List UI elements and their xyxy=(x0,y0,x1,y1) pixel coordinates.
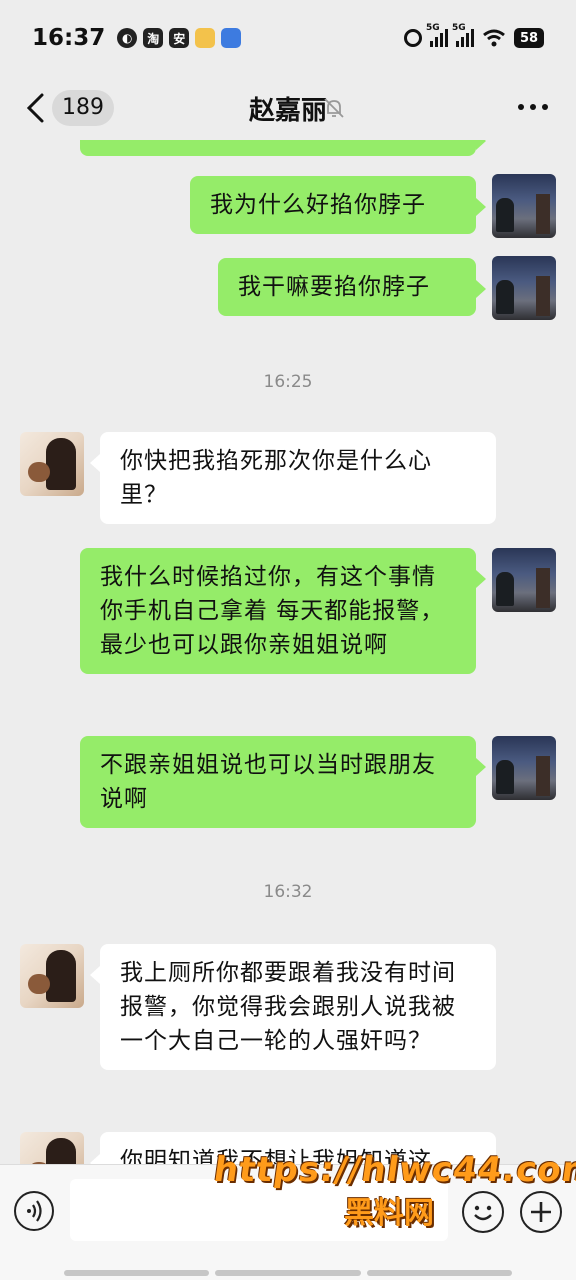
taobao-icon: 淘 xyxy=(143,28,164,48)
watermark-url: https://hlwc44.com xyxy=(211,1150,576,1190)
mute-bell-icon xyxy=(324,98,344,118)
message-bubble-sent[interactable]: 不跟亲姐姐说也可以当时跟朋友说啊 xyxy=(80,736,486,828)
message-bubble-sent[interactable] xyxy=(80,140,486,156)
my-avatar[interactable] xyxy=(492,548,556,612)
message-timestamp: 16:32 xyxy=(263,882,313,902)
app-icon-3 xyxy=(221,28,242,48)
my-avatar[interactable] xyxy=(492,736,556,800)
contact-avatar[interactable] xyxy=(20,944,84,1008)
message-bubble-sent[interactable]: 我什么时候掐过你，有这个事情你手机自己拿着 每天都能报警，最少也可以跟你亲姐姐说… xyxy=(80,548,486,674)
message-bubble-sent[interactable]: 我干嘛要掐你脖子 xyxy=(218,258,486,316)
voice-icon xyxy=(27,1200,42,1222)
my-avatar[interactable] xyxy=(492,256,556,320)
message-bubble-sent[interactable]: 我为什么好掐你脖子 xyxy=(190,176,486,234)
chat-title: 赵嘉丽 xyxy=(248,96,327,126)
watermark-name: 黑料网 xyxy=(344,1196,434,1231)
message-bubble-received[interactable]: 我上厕所你都要跟着我没有时间报警，你觉得我会跟别人说我被一个大自己一轮的人强奸吗… xyxy=(90,944,496,1070)
status-time: 16:37 xyxy=(32,25,106,51)
home-indicator xyxy=(64,1270,512,1276)
message-list[interactable]: 我为什么好掐你脖子 我干嘛要掐你脖子 16:25 你快把我掐死那次你是什么心里？… xyxy=(0,140,576,1164)
app-icon: 安 xyxy=(169,28,190,48)
contact-avatar[interactable] xyxy=(20,1132,84,1164)
battery-icon: 58 xyxy=(514,28,544,48)
more-options-icon[interactable] xyxy=(518,104,548,110)
message-timestamp: 16:25 xyxy=(263,372,313,392)
wifi-icon xyxy=(483,29,505,47)
contact-avatar[interactable] xyxy=(20,432,84,496)
alarm-icon xyxy=(404,29,422,47)
status-bar: 16:37 ◐ 淘 安 5G 5G 58 xyxy=(0,0,576,76)
voice-input-button[interactable] xyxy=(14,1191,54,1231)
my-avatar[interactable] xyxy=(492,174,556,238)
signal-icon-2: 5G xyxy=(452,23,474,47)
app-icon-2 xyxy=(195,28,216,48)
notification-icon: ◐ xyxy=(117,28,138,48)
chat-header: 189 赵嘉丽 xyxy=(0,76,576,140)
watermark: https://hlwc44.com 黑料网 xyxy=(211,1150,576,1232)
signal-icon: 5G xyxy=(426,23,448,47)
message-bubble-received[interactable]: 你快把我掐死那次你是什么心里？ xyxy=(90,432,496,524)
